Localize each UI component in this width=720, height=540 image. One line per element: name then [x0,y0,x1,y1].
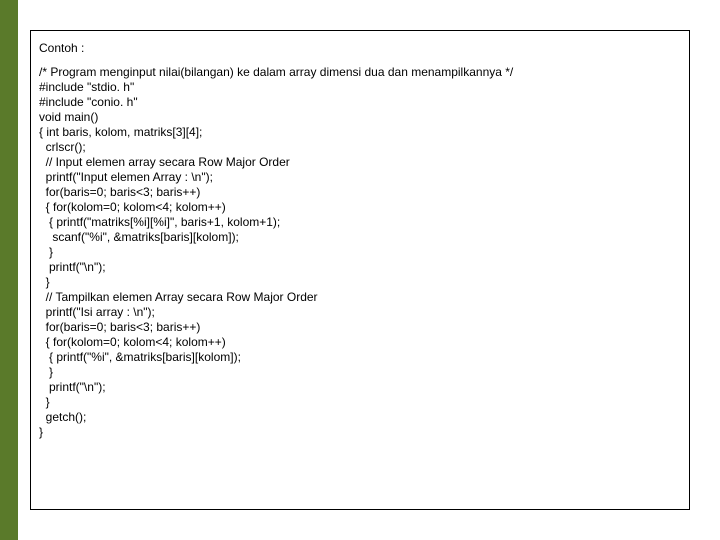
left-accent-bar [0,0,18,540]
content-frame: Contoh : /* Program menginput nilai(bila… [30,30,690,510]
code-block: /* Program menginput nilai(bilangan) ke … [39,65,681,440]
example-title: Contoh : [39,41,681,55]
